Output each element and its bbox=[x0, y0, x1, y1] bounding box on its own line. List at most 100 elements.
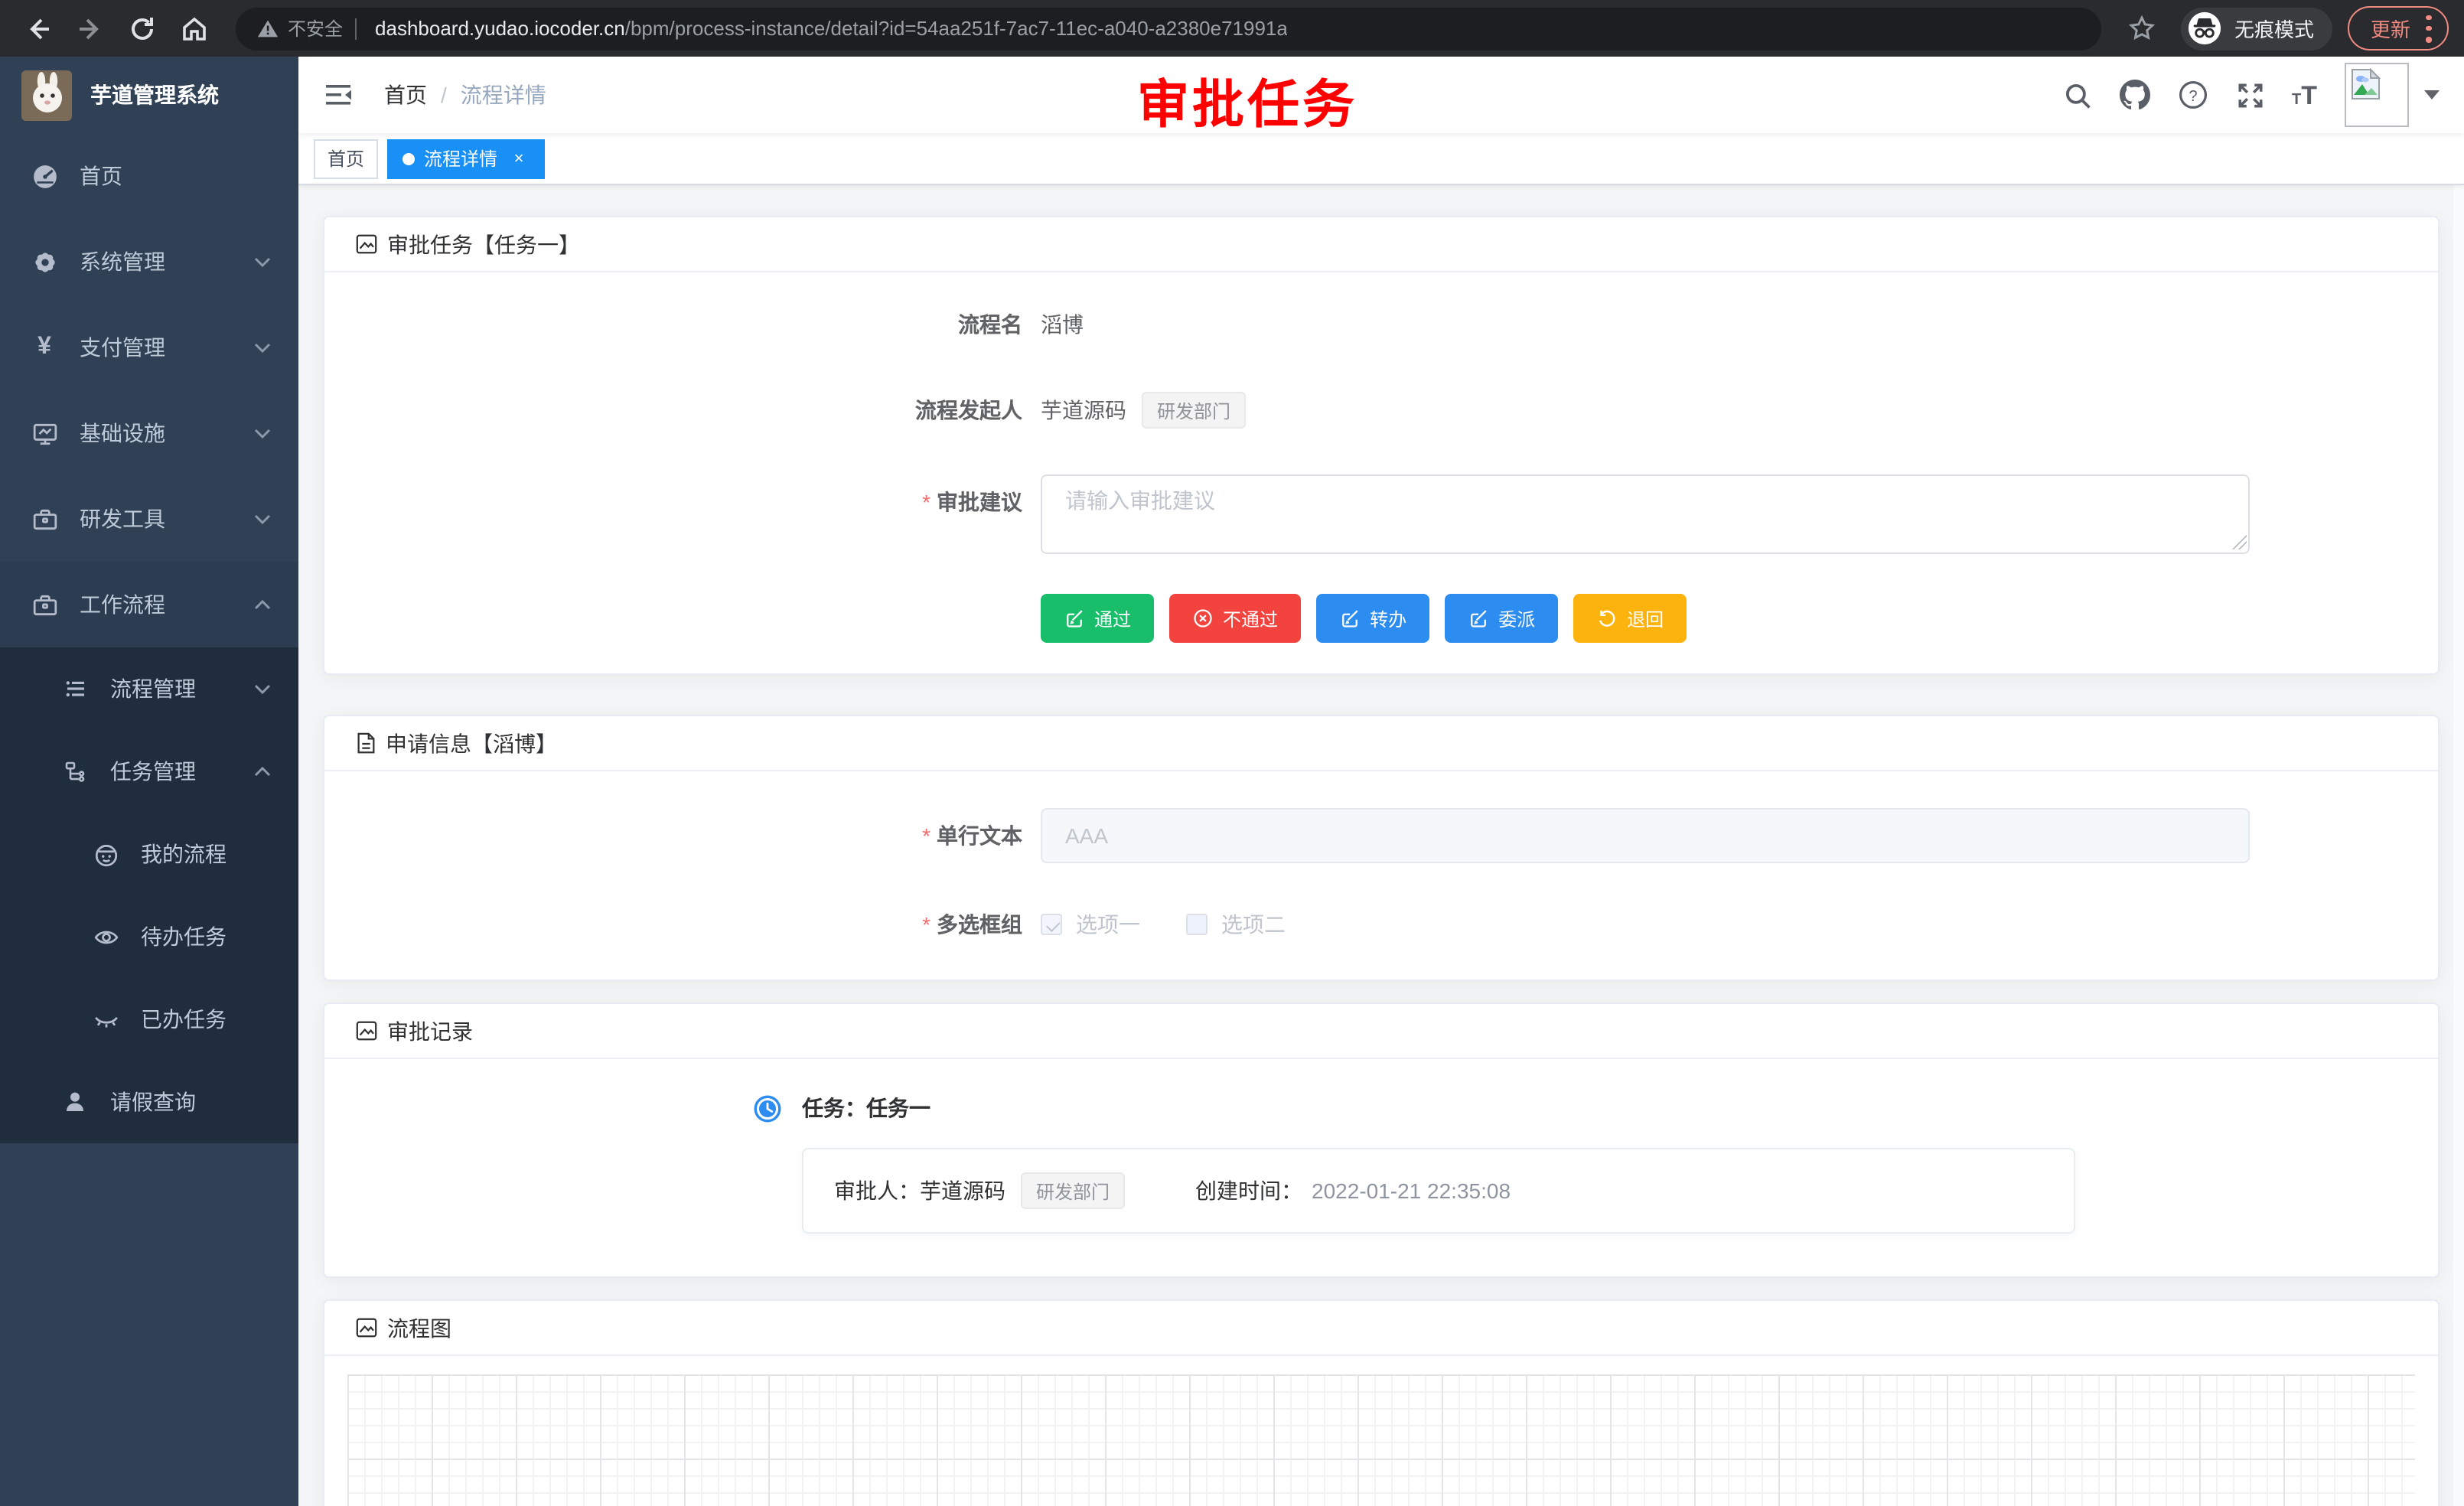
chevron-down-icon bbox=[254, 428, 271, 438]
breadcrumb-home[interactable]: 首页 bbox=[384, 80, 427, 110]
sidebar-item-payment[interactable]: ¥ 支付管理 bbox=[0, 305, 298, 390]
sidebar-item-label: 我的流程 bbox=[141, 839, 271, 869]
sidebar-item-system[interactable]: 系统管理 bbox=[0, 219, 298, 305]
sidebar-item-process-mgmt[interactable]: 流程管理 bbox=[0, 647, 298, 730]
clock-icon bbox=[753, 1094, 782, 1123]
sidebar-item-todo-tasks[interactable]: 待办任务 bbox=[0, 895, 298, 978]
user-menu[interactable] bbox=[2345, 63, 2440, 127]
card-title: 申请信息【滔博】 bbox=[386, 728, 557, 758]
card-title: 流程图 bbox=[387, 1312, 451, 1343]
approval-records-card: 审批记录 任务：任务一 审批人： bbox=[323, 1002, 2440, 1278]
checkbox-group: 选项一 选项二 bbox=[1041, 909, 1286, 940]
picture-icon bbox=[355, 1316, 378, 1339]
card-title: 审批任务【任务一】 bbox=[387, 229, 580, 259]
app-title: 芋道管理系统 bbox=[90, 80, 219, 110]
github-icon[interactable] bbox=[2119, 80, 2149, 110]
tab-home[interactable]: 首页 bbox=[314, 139, 378, 178]
bookmark-star-icon[interactable] bbox=[2120, 5, 2166, 51]
create-time-value: 2022-01-21 22:35:08 bbox=[1312, 1178, 1511, 1203]
url-text: dashboard.yudao.iocoder.cn/bpm/process-i… bbox=[375, 17, 1288, 40]
sidebar-item-leave-query[interactable]: 请假查询 bbox=[0, 1061, 298, 1143]
robot-icon bbox=[92, 841, 119, 867]
user-icon bbox=[61, 1090, 89, 1114]
sidebar-item-label: 支付管理 bbox=[80, 332, 254, 363]
sidebar-item-label: 任务管理 bbox=[110, 756, 254, 787]
yen-icon: ¥ bbox=[31, 335, 58, 360]
hamburger-icon[interactable] bbox=[323, 80, 366, 110]
process-name-value: 滔博 bbox=[1041, 309, 1084, 340]
single-line-input[interactable] bbox=[1041, 808, 2250, 863]
fullscreen-icon[interactable] bbox=[2235, 80, 2264, 109]
create-time-label: 创建时间： bbox=[1195, 1175, 1302, 1206]
url-bar[interactable]: 不安全 dashboard.yudao.iocoder.cn/bpm/proce… bbox=[236, 7, 2101, 50]
list-icon bbox=[61, 676, 89, 701]
back-icon[interactable] bbox=[15, 5, 61, 51]
sidebar: 芋道管理系统 首页 系统管理 ¥ 支付管理 bbox=[0, 57, 298, 1506]
checkbox-unchecked-icon[interactable] bbox=[1186, 914, 1208, 935]
checkbox-group-label: *多选框组 bbox=[355, 909, 1041, 940]
search-icon[interactable] bbox=[2062, 80, 2091, 109]
eye-open-icon bbox=[92, 924, 119, 950]
suggestion-textarea[interactable] bbox=[1041, 474, 2250, 554]
scrollbar-track[interactable] bbox=[2453, 185, 2464, 1506]
tree-icon bbox=[61, 759, 89, 784]
sidebar-item-label: 首页 bbox=[80, 161, 271, 191]
edit-icon bbox=[1064, 608, 1085, 629]
sidebar-item-label: 待办任务 bbox=[141, 921, 271, 952]
font-size-icon[interactable]: TT bbox=[2292, 82, 2317, 108]
home-icon[interactable] bbox=[171, 5, 217, 51]
toolbox-icon bbox=[31, 506, 58, 532]
workflow-submenu: 流程管理 任务管理 我的流程 bbox=[0, 647, 298, 1143]
card-header: 申请信息【滔博】 bbox=[324, 716, 2438, 771]
dept-tag: 研发部门 bbox=[1021, 1172, 1125, 1209]
sidebar-item-label: 请假查询 bbox=[110, 1087, 271, 1117]
card-header: 审批任务【任务一】 bbox=[324, 217, 2438, 272]
sidebar-item-home[interactable]: 首页 bbox=[0, 133, 298, 219]
update-button[interactable]: 更新 bbox=[2348, 6, 2449, 51]
active-dot bbox=[403, 152, 415, 165]
security-label[interactable]: 不安全 bbox=[288, 15, 343, 41]
screen: 不安全 dashboard.yudao.iocoder.cn/bpm/proce… bbox=[0, 0, 2464, 1506]
process-diagram-card: 流程图 bbox=[323, 1299, 2440, 1506]
warning-icon bbox=[257, 18, 279, 38]
page-content: 审批任务【任务一】 流程名 滔博 流程发起人 芋道源码 研发部门 bbox=[298, 185, 2464, 1506]
return-button[interactable]: 退回 bbox=[1573, 594, 1687, 643]
reject-button[interactable]: 不通过 bbox=[1169, 594, 1301, 643]
bpmn-diagram-canvas[interactable] bbox=[347, 1374, 2415, 1506]
checkbox-option-1[interactable]: 选项一 bbox=[1041, 909, 1140, 940]
chevron-down-icon bbox=[254, 256, 271, 267]
sidebar-item-done-tasks[interactable]: 已办任务 bbox=[0, 978, 298, 1061]
update-label[interactable]: 更新 bbox=[2371, 14, 2410, 43]
sidebar-item-devtools[interactable]: 研发工具 bbox=[0, 476, 298, 562]
approve-button[interactable]: 通过 bbox=[1041, 594, 1154, 643]
picture-icon bbox=[355, 1019, 378, 1042]
svg-text:?: ? bbox=[2188, 88, 2196, 105]
delegate-button[interactable]: 委派 bbox=[1445, 594, 1558, 643]
app-logo-row[interactable]: 芋道管理系统 bbox=[0, 57, 298, 133]
checkbox-checked-icon[interactable] bbox=[1041, 914, 1062, 935]
breadcrumb-current: 流程详情 bbox=[461, 80, 546, 110]
sidebar-item-workflow[interactable]: 工作流程 bbox=[0, 562, 298, 647]
sidebar-item-infrastructure[interactable]: 基础设施 bbox=[0, 390, 298, 476]
close-icon[interactable]: × bbox=[508, 148, 530, 169]
help-icon[interactable]: ? bbox=[2177, 80, 2208, 110]
edit-icon bbox=[1468, 608, 1489, 629]
sidebar-item-task-mgmt[interactable]: 任务管理 bbox=[0, 730, 298, 813]
reload-icon[interactable] bbox=[119, 5, 165, 51]
transfer-button[interactable]: 转办 bbox=[1316, 594, 1429, 643]
approval-task-card: 审批任务【任务一】 流程名 滔博 流程发起人 芋道源码 研发部门 bbox=[323, 216, 2440, 675]
caret-down-icon[interactable] bbox=[2424, 90, 2440, 99]
circle-close-icon bbox=[1192, 608, 1214, 629]
refresh-left-icon bbox=[1596, 608, 1618, 629]
sidebar-item-label: 流程管理 bbox=[110, 673, 254, 704]
monitor-icon bbox=[31, 420, 58, 446]
avatar[interactable] bbox=[2345, 63, 2409, 127]
tab-process-detail[interactable]: 流程详情 × bbox=[387, 139, 545, 178]
dept-tag: 研发部门 bbox=[1142, 392, 1246, 429]
browser-toolbar: 不安全 dashboard.yudao.iocoder.cn/bpm/proce… bbox=[0, 0, 2464, 57]
forward-icon[interactable] bbox=[67, 5, 113, 51]
browser-menu-icon[interactable] bbox=[2426, 15, 2432, 42]
checkbox-option-2[interactable]: 选项二 bbox=[1186, 909, 1286, 940]
sidebar-item-my-process[interactable]: 我的流程 bbox=[0, 813, 298, 895]
resize-grip[interactable] bbox=[2231, 534, 2247, 549]
